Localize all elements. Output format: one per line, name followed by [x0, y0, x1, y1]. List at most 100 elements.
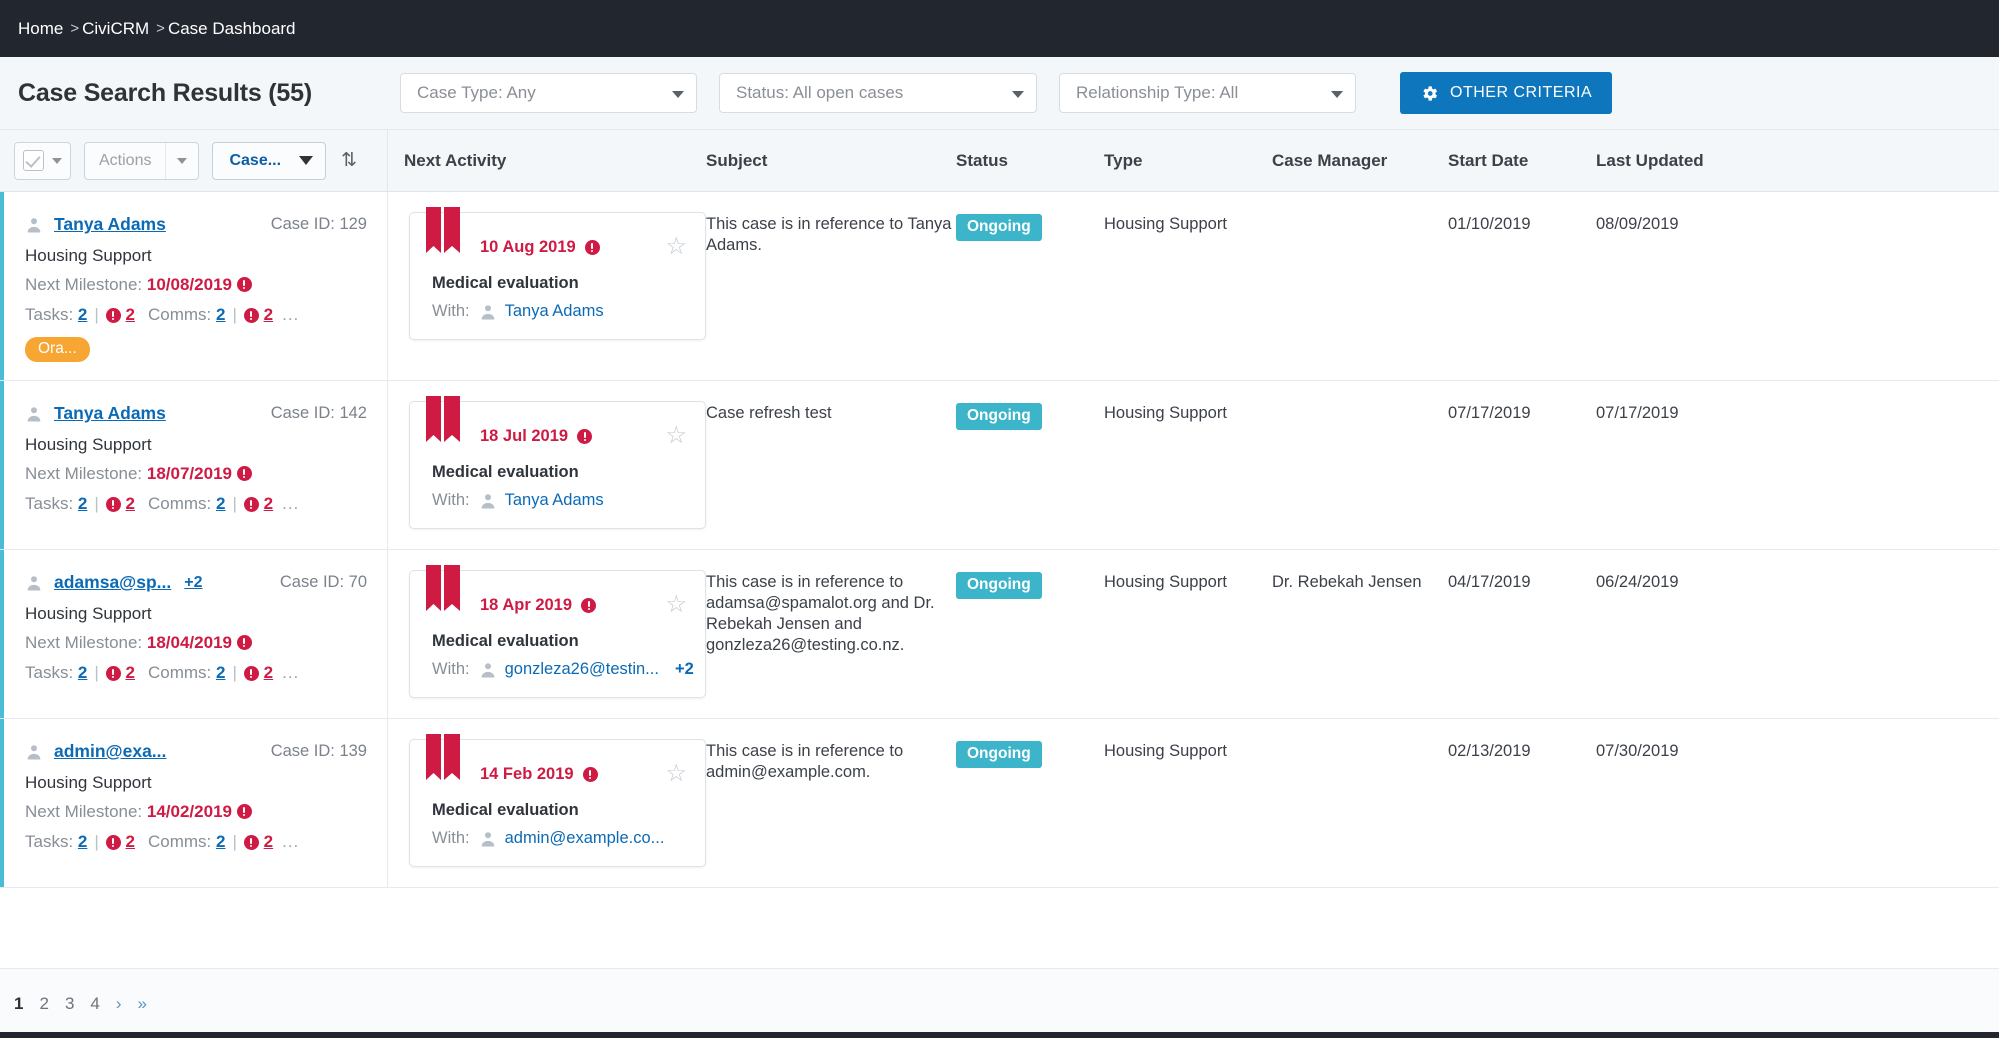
column-header-type[interactable]: Type [1104, 151, 1272, 171]
chevron-down-icon[interactable] [52, 157, 62, 164]
activity-card[interactable]: 10 Aug 2019 ☆ Medical evaluation With: T… [409, 207, 706, 340]
tasks-overdue-count[interactable]: 2 [126, 305, 135, 325]
page-link-1[interactable]: 1 [14, 994, 23, 1014]
comms-count[interactable]: 2 [216, 494, 225, 514]
next-activity-cell: 18 Jul 2019 ☆ Medical evaluation With: T… [388, 381, 706, 549]
case-contact-link[interactable]: Tanya Adams [54, 403, 166, 424]
actions-dropdown[interactable]: Actions [84, 141, 200, 180]
counts-overflow[interactable]: ... [282, 832, 299, 852]
case-contact-row: Tanya Adams Case ID: 129 [25, 214, 367, 235]
case-type-select[interactable]: Case Type: Any [400, 73, 697, 113]
counts-overflow[interactable]: ... [282, 305, 299, 325]
bookmark-ribbon-icon [426, 565, 460, 611]
star-icon[interactable]: ☆ [665, 424, 687, 448]
case-type-value: Case Type: Any [417, 83, 536, 102]
case-id: Case ID: 142 [270, 404, 367, 422]
case-summary-panel[interactable]: admin@exa... Case ID: 139 Housing Suppor… [0, 719, 388, 887]
breadcrumb-item-home[interactable]: Home [18, 19, 63, 39]
column-header-status[interactable]: Status [956, 151, 1104, 171]
page-link-3[interactable]: 3 [65, 994, 74, 1014]
column-header-start-date[interactable]: Start Date [1448, 151, 1596, 171]
sort-icon[interactable]: ⇅ [341, 151, 357, 170]
relationship-type-select[interactable]: Relationship Type: All [1059, 73, 1356, 113]
status-badge: Ongoing [956, 572, 1042, 599]
cell-type: Housing Support [1104, 215, 1227, 233]
alert-icon [243, 834, 259, 850]
cell-start-date: 07/17/2019 [1448, 404, 1531, 422]
next-milestone: Next Milestone: 14/02/2019 [25, 802, 367, 822]
activity-with-more[interactable]: +2 [675, 660, 694, 679]
breadcrumb-item-civicrm[interactable]: CiviCRM [82, 19, 149, 39]
bookmark-ribbon-icon [426, 734, 460, 780]
page-link-4[interactable]: 4 [90, 994, 99, 1014]
column-header-last-updated[interactable]: Last Updated [1596, 151, 1771, 171]
breadcrumb-item-case-dashboard[interactable]: Case Dashboard [168, 19, 296, 39]
case-id: Case ID: 129 [270, 215, 367, 233]
activity-card[interactable]: 18 Jul 2019 ☆ Medical evaluation With: T… [409, 396, 706, 529]
tasks-overdue-count[interactable]: 2 [126, 494, 135, 514]
next-milestone: Next Milestone: 18/07/2019 [25, 464, 367, 484]
person-icon [481, 662, 494, 677]
column-header-case-manager[interactable]: Case Manager [1272, 151, 1448, 171]
tasks-count[interactable]: 2 [78, 494, 87, 514]
cell-status: Ongoing [956, 719, 1104, 887]
comms-count[interactable]: 2 [216, 832, 225, 852]
comms-count[interactable]: 2 [216, 305, 225, 325]
case-summary-panel[interactable]: Tanya Adams Case ID: 142 Housing Support… [0, 381, 388, 549]
other-criteria-button[interactable]: OTHER CRITERIA [1400, 72, 1613, 114]
activity-with-contact[interactable]: gonzleza26@testin... [505, 660, 659, 679]
table-row[interactable]: Tanya Adams Case ID: 142 Housing Support… [0, 381, 1999, 550]
tasks-overdue-count[interactable]: 2 [126, 832, 135, 852]
tasks-overdue-count[interactable]: 2 [126, 663, 135, 683]
last-page-button[interactable]: » [138, 994, 147, 1014]
case-summary-panel[interactable]: Tanya Adams Case ID: 129 Housing Support… [0, 192, 388, 380]
case-contact-link[interactable]: admin@exa... [54, 741, 166, 762]
table-row[interactable]: admin@exa... Case ID: 139 Housing Suppor… [0, 719, 1999, 888]
table-row[interactable]: Tanya Adams Case ID: 129 Housing Support… [0, 192, 1999, 381]
cell-last-updated: 06/24/2019 [1596, 573, 1679, 591]
case-contact-link[interactable]: adamsa@sp... [54, 572, 171, 593]
tasks-count[interactable]: 2 [78, 832, 87, 852]
column-header-subject[interactable]: Subject [706, 151, 956, 171]
cell-subject: This case is in reference to adamsa@spam… [706, 573, 935, 655]
select-all-control[interactable] [14, 141, 71, 180]
column-header-next-activity[interactable]: Next Activity [388, 151, 706, 171]
star-icon[interactable]: ☆ [665, 235, 687, 259]
activity-card[interactable]: 18 Apr 2019 ☆ Medical evaluation With: g… [409, 565, 706, 698]
activity-with-contact[interactable]: Tanya Adams [505, 302, 604, 321]
activity-with: With: admin@example.co... [432, 829, 687, 848]
alert-icon [236, 466, 252, 481]
cell-subject: This case is in reference to Tanya Adams… [706, 215, 952, 255]
tasks-count[interactable]: 2 [78, 663, 87, 683]
checkbox-icon[interactable] [23, 150, 44, 171]
cell-type: Housing Support [1104, 742, 1227, 760]
relationship-type-value: Relationship Type: All [1076, 83, 1239, 102]
comms-overdue-count[interactable]: 2 [264, 832, 273, 852]
actions-caret[interactable] [166, 143, 198, 179]
counts-overflow[interactable]: ... [282, 663, 299, 683]
star-icon[interactable]: ☆ [665, 593, 687, 617]
cell-start-date: 02/13/2019 [1448, 742, 1531, 760]
case-view-dropdown[interactable]: Case... [212, 141, 327, 180]
case-contact-more[interactable]: +2 [184, 574, 202, 592]
tasks-count[interactable]: 2 [78, 305, 87, 325]
other-criteria-label: OTHER CRITERIA [1450, 84, 1593, 101]
activity-with-contact[interactable]: admin@example.co... [505, 829, 665, 848]
star-icon[interactable]: ☆ [665, 762, 687, 786]
counts-overflow[interactable]: ... [282, 494, 299, 514]
case-view-label: Case... [229, 151, 282, 169]
next-page-button[interactable]: › [116, 994, 122, 1014]
case-contact-link[interactable]: Tanya Adams [54, 214, 166, 235]
status-select[interactable]: Status: All open cases [719, 73, 1037, 113]
activity-card[interactable]: 14 Feb 2019 ☆ Medical evaluation With: a… [409, 734, 706, 867]
comms-overdue-count[interactable]: 2 [264, 663, 273, 683]
page-link-2[interactable]: 2 [39, 994, 48, 1014]
comms-overdue-count[interactable]: 2 [264, 305, 273, 325]
comms-count[interactable]: 2 [216, 663, 225, 683]
activity-with-contact[interactable]: Tanya Adams [505, 491, 604, 510]
status-value: Status: All open cases [736, 83, 904, 102]
comms-overdue-count[interactable]: 2 [264, 494, 273, 514]
case-tag[interactable]: Ora... [25, 337, 90, 362]
case-summary-panel[interactable]: adamsa@sp... +2 Case ID: 70 Housing Supp… [0, 550, 388, 718]
table-row[interactable]: adamsa@sp... +2 Case ID: 70 Housing Supp… [0, 550, 1999, 719]
